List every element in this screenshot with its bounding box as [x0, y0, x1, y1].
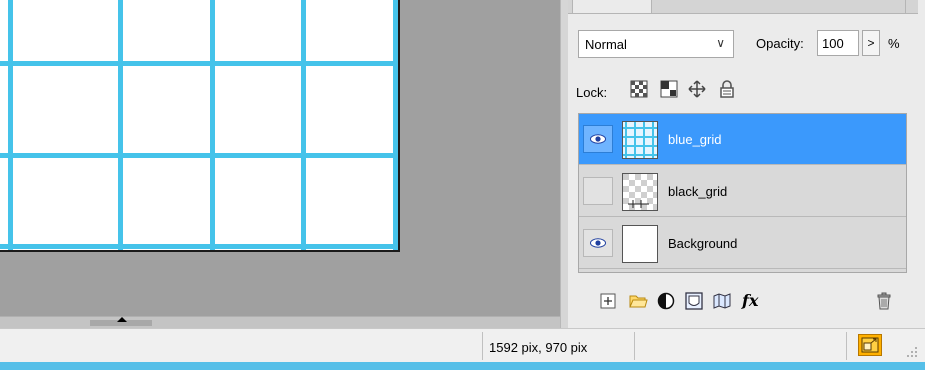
- new-layer-icon[interactable]: [598, 291, 618, 311]
- status-bar: 1592 pix, 970 pix: [0, 328, 925, 362]
- opacity-slider-button[interactable]: >: [862, 30, 880, 56]
- canvas-workarea[interactable]: [0, 0, 560, 316]
- blend-mode-dropdown[interactable]: Normal ∨: [578, 30, 734, 58]
- eye-icon: [590, 134, 606, 144]
- layer-style-fx-icon[interactable]: fx: [742, 291, 762, 311]
- status-separator: [634, 332, 635, 360]
- grid-line: [393, 0, 398, 250]
- grid-line: [8, 0, 13, 250]
- chevron-down-icon: ∨: [716, 36, 725, 50]
- trash-icon[interactable]: [874, 291, 894, 311]
- visibility-toggle[interactable]: [583, 229, 613, 257]
- horizontal-scrollbar[interactable]: [0, 316, 560, 328]
- new-group-folder-icon[interactable]: [628, 291, 648, 311]
- tab-channels[interactable]: [656, 0, 906, 13]
- lock-transparent-pixels-icon[interactable]: [630, 80, 648, 98]
- layer-name[interactable]: black_grid: [668, 184, 727, 199]
- lock-all-icon[interactable]: [718, 80, 736, 98]
- tab-layers[interactable]: [572, 0, 652, 14]
- layers-list: blue_grid black_grid Background: [578, 113, 907, 273]
- lock-label: Lock:: [576, 85, 608, 100]
- grid-line: [0, 244, 398, 249]
- layer-thumbnail: [622, 225, 658, 263]
- scroll-up-arrow-icon[interactable]: [117, 317, 127, 322]
- image-dimensions: 1592 pix, 970 pix: [489, 340, 588, 355]
- status-separator: [482, 332, 483, 360]
- lock-image-pixels-icon[interactable]: [660, 80, 678, 98]
- opacity-label: Opacity:: [756, 36, 804, 51]
- blend-mode-value: Normal: [585, 37, 627, 52]
- layer-row-black-grid[interactable]: black_grid: [579, 166, 906, 217]
- eye-icon: [590, 238, 606, 248]
- layer-mask-icon[interactable]: [684, 291, 704, 311]
- opacity-unit: %: [888, 36, 900, 51]
- clipping-mask-icon[interactable]: [712, 291, 732, 311]
- lock-position-icon[interactable]: [688, 80, 706, 98]
- navigator-icon[interactable]: [858, 334, 882, 356]
- layer-row-blue-grid[interactable]: blue_grid: [579, 114, 906, 165]
- grid-line: [301, 0, 306, 250]
- resize-grip-icon[interactable]: [905, 345, 919, 359]
- visibility-toggle[interactable]: [583, 177, 613, 205]
- layers-panel-toolbar: fx: [568, 280, 918, 320]
- layer-thumbnail: [622, 173, 658, 211]
- window-border: [0, 362, 925, 370]
- grid-line: [210, 0, 215, 250]
- adjustment-layer-icon[interactable]: [656, 291, 676, 311]
- layer-name[interactable]: Background: [668, 236, 737, 251]
- opacity-input[interactable]: 100: [817, 30, 859, 56]
- grid-line: [118, 0, 123, 250]
- layer-row-background[interactable]: Background: [579, 218, 906, 269]
- layers-panel: Normal ∨ Opacity: 100 > % Lock: blue_gri…: [568, 0, 925, 328]
- status-separator: [846, 332, 847, 360]
- visibility-toggle[interactable]: [583, 125, 613, 153]
- layer-name[interactable]: blue_grid: [668, 132, 722, 147]
- panel-divider[interactable]: [560, 0, 568, 328]
- document-canvas[interactable]: [0, 0, 400, 252]
- layer-thumbnail: [622, 121, 658, 159]
- grid-line: [0, 153, 398, 158]
- grid-line: [0, 61, 398, 66]
- panel-tabs: [568, 0, 918, 14]
